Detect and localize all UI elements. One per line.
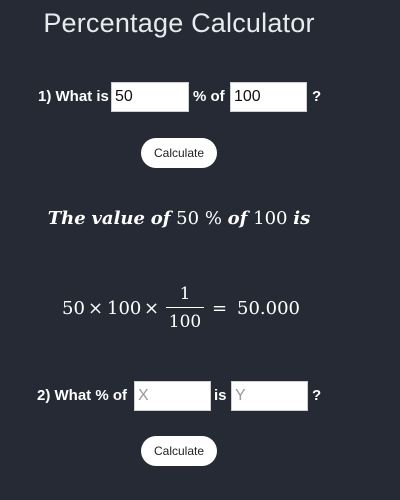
formula-answer: 50.000 [237,298,300,319]
percent-input[interactable] [111,82,189,112]
result-base-value: 100 [253,208,288,229]
result-word-of: of [150,208,171,229]
result-word-is: is [293,208,311,229]
formula-equals: = [212,298,228,319]
calculate-button-2[interactable]: Calculate [141,436,217,466]
formula-times-1: × [88,298,104,319]
fraction-bar [166,307,204,308]
question-2-middle: is [214,387,227,404]
calculate-button-1[interactable]: Calculate [141,138,217,168]
question-1-row: 1) What is % of ? [0,82,400,112]
question-1-suffix: ? [312,88,322,105]
y-input[interactable] [231,381,308,411]
page-title: Percentage Calculator [43,8,315,38]
question-2-prefix: 2) What % of [37,387,127,404]
formula-term-a: 50 [62,298,85,319]
fraction-denominator: 100 [168,312,202,332]
result-percent-sign: % [204,208,222,229]
x-input[interactable] [134,381,211,411]
result-word-value: value [91,208,145,229]
result-word-of-2: of [227,208,248,229]
formula-term-b: 100 [107,298,142,319]
result-sentence: The value of 50 % of 100 is [0,208,358,229]
question-2-row: 2) What % of is ? [0,381,400,411]
question-2-suffix: ? [312,387,322,404]
question-1-prefix: 1) What is [38,88,109,105]
fraction-numerator: 1 [179,284,191,304]
result-word-the: The [47,208,86,229]
result-percent-value: 50 [176,208,200,229]
base-value-input[interactable] [230,82,307,112]
question-1-middle: % of [193,88,225,105]
formula-fraction: 1 100 [166,284,204,332]
formula-times-2: × [144,298,160,319]
